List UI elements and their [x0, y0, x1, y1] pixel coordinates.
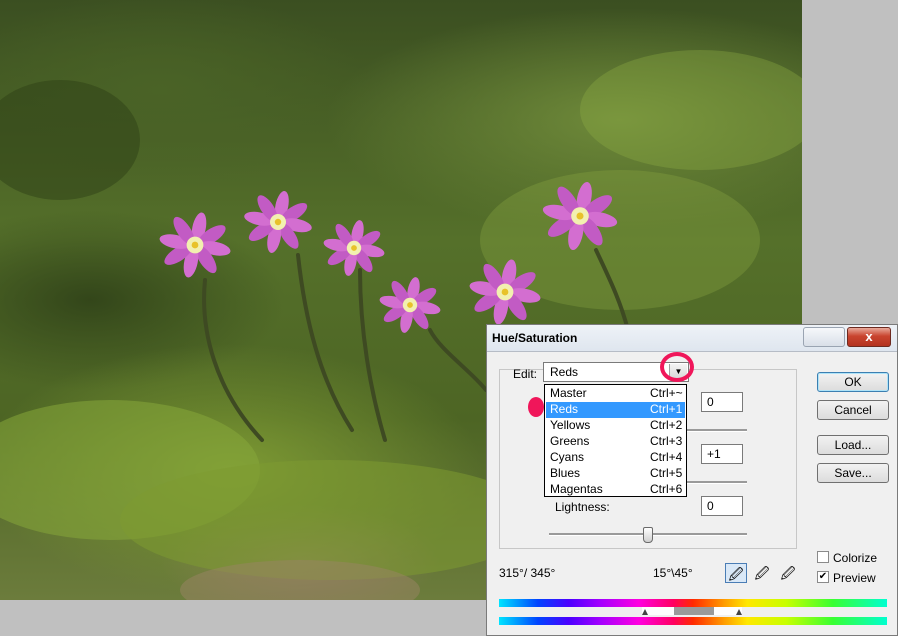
close-button[interactable]: x	[847, 327, 891, 347]
hue-range-start-readout: 315°/ 345°	[499, 566, 556, 580]
dropdown-item-blues[interactable]: Blues Ctrl+5	[546, 466, 685, 482]
dropdown-item-shortcut: Ctrl+2	[650, 418, 683, 432]
color-range-slider[interactable]	[642, 607, 742, 615]
dropdown-item-master[interactable]: Master Ctrl+~	[546, 386, 685, 402]
edit-label: Edit:	[513, 367, 538, 381]
lightness-label: Lightness:	[555, 500, 610, 514]
dropdown-item-label: Reds	[550, 402, 579, 416]
eyedropper-minus-icon: 🖉	[780, 565, 796, 581]
dropdown-item-reds[interactable]: Reds Ctrl+1	[546, 402, 685, 418]
checkmark-icon: ✔	[818, 571, 828, 582]
preview-checkbox[interactable]: ✔	[817, 571, 829, 583]
dropdown-item-greens[interactable]: Greens Ctrl+3	[546, 434, 685, 450]
flower-3	[323, 220, 385, 276]
eyedropper-plus-tool[interactable]: 🖉	[751, 563, 773, 583]
dropdown-item-cyans[interactable]: Cyans Ctrl+4	[546, 450, 685, 466]
lightness-slider-thumb[interactable]	[643, 527, 653, 543]
flower-1	[159, 212, 231, 278]
eyedropper-plus-icon: 🖉	[754, 565, 770, 581]
load-button[interactable]: Load...	[817, 435, 889, 455]
preview-label: Preview	[833, 571, 876, 585]
eyedropper-minus-tool[interactable]: 🖉	[777, 563, 799, 583]
dropdown-item-label: Greens	[550, 434, 590, 448]
hue-range-end-readout: 15°\45°	[653, 566, 693, 580]
dropdown-item-shortcut: Ctrl+3	[650, 434, 683, 448]
save-button[interactable]: Save...	[817, 463, 889, 483]
canvas-background-right	[802, 0, 898, 326]
colorize-checkbox[interactable]	[817, 551, 829, 563]
eyedropper-icon: 🖉	[728, 566, 744, 582]
canvas-background-bottom	[0, 600, 488, 636]
lightness-field[interactable]: 0	[701, 496, 743, 516]
dialog-titlebar[interactable]: Hue/Saturation x	[487, 325, 897, 352]
dropdown-item-shortcut: Ctrl+~	[650, 386, 683, 400]
dialog-title: Hue/Saturation	[492, 331, 578, 345]
dropdown-item-label: Yellows	[550, 418, 591, 432]
dropdown-item-magentas[interactable]: Magentas Ctrl+6	[546, 482, 685, 498]
edit-channel-dropdown[interactable]: Master Ctrl+~ Reds Ctrl+1 Yellows Ctrl+2 Green…	[544, 384, 687, 497]
edit-channel-value: Reds	[550, 365, 579, 379]
hue-saturation-dialog: Hue/Saturation x Edit: Reds ▼ 0 +1 Light…	[486, 324, 898, 636]
saturation-field[interactable]: +1	[701, 444, 743, 464]
ok-button[interactable]: OK	[817, 372, 889, 392]
close-icon: x	[865, 329, 873, 344]
dropdown-item-yellows[interactable]: Yellows Ctrl+2	[546, 418, 685, 434]
annotation-circle	[660, 352, 694, 382]
hue-field[interactable]: 0	[701, 392, 743, 412]
titlebar-spacer	[803, 327, 845, 347]
dropdown-item-shortcut: Ctrl+5	[650, 466, 683, 480]
input-color-spectrum	[499, 599, 887, 607]
cancel-button[interactable]: Cancel	[817, 400, 889, 420]
annotation-dot	[528, 397, 544, 417]
flower-4	[379, 277, 441, 333]
dropdown-item-shortcut: Ctrl+1	[650, 402, 683, 416]
eyedropper-tool[interactable]: 🖉	[725, 563, 747, 583]
output-color-spectrum	[499, 617, 887, 625]
dropdown-item-label: Magentas	[550, 482, 603, 496]
dropdown-item-shortcut: Ctrl+6	[650, 482, 683, 496]
dropdown-item-shortcut: Ctrl+4	[650, 450, 683, 464]
dropdown-item-label: Master	[550, 386, 587, 400]
dropdown-item-label: Cyans	[550, 450, 585, 464]
colorize-label: Colorize	[833, 551, 878, 565]
flower-2	[244, 191, 312, 253]
dropdown-item-label: Blues	[550, 466, 581, 480]
